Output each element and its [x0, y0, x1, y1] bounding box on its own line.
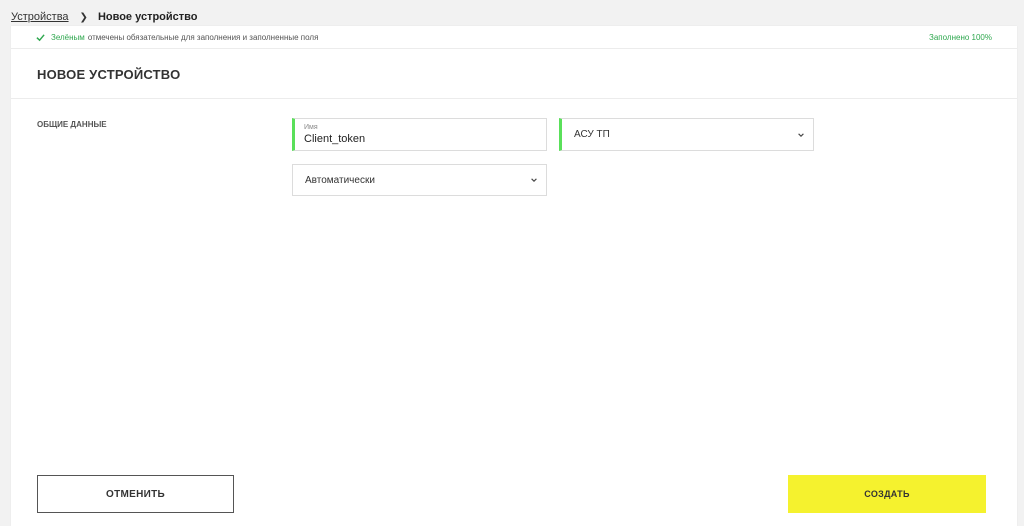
cancel-button[interactable]: ОТМЕНИТЬ [37, 475, 234, 513]
chevron-down-icon [798, 132, 804, 137]
required-fields-notice: Зелёным отмечены обязательные для заполн… [11, 26, 1017, 49]
notice-highlight: Зелёным [51, 32, 85, 42]
create-button[interactable]: СОЗДАТЬ [788, 475, 986, 513]
name-field-label: Имя [304, 124, 318, 131]
breadcrumb: Устройства ❯ Новое устройство [11, 9, 198, 25]
section-label: ОБЩИЕ ДАННЫЕ [37, 120, 107, 129]
name-field-value[interactable]: Client_token [304, 133, 365, 145]
breadcrumb-current: Новое устройство [97, 11, 198, 23]
name-field[interactable]: Имя Client_token [292, 118, 547, 151]
breadcrumb-devices-link[interactable]: Устройства [11, 11, 69, 23]
chevron-down-icon [531, 178, 537, 182]
page-title: НОВОЕ УСТРОЙСТВО [37, 67, 181, 82]
page-header: НОВОЕ УСТРОЙСТВО [11, 49, 1017, 99]
mode-select[interactable]: Автоматически [292, 164, 547, 196]
check-icon [36, 33, 45, 41]
form-card: Зелёным отмечены обязательные для заполн… [11, 26, 1017, 526]
device-type-select[interactable]: АСУ ТП [559, 118, 814, 151]
fill-progress: Заполнено 100% [929, 32, 992, 42]
chevron-right-icon: ❯ [79, 11, 88, 23]
mode-value: Автоматически [305, 174, 375, 186]
notice-text: отмечены обязательные для заполнения и з… [87, 32, 319, 42]
device-type-value: АСУ ТП [574, 129, 610, 140]
